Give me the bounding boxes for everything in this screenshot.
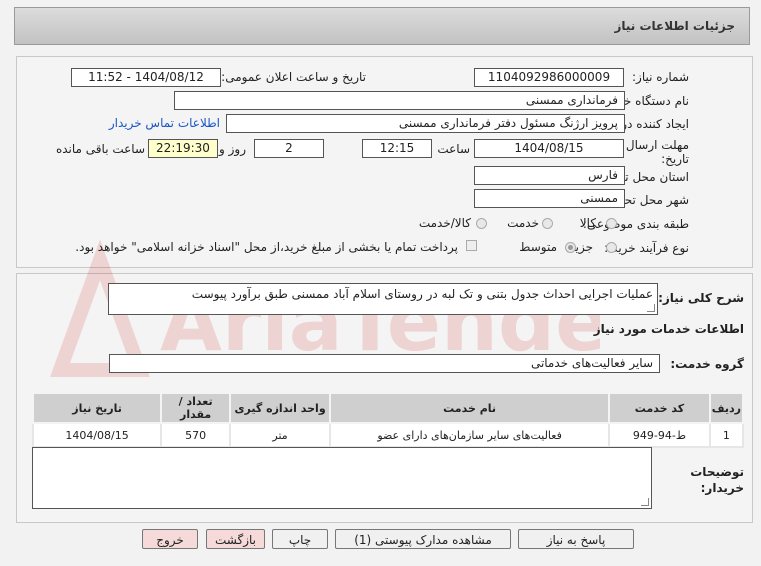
requester-field: پرویز ارژنگ مسئول دفتر فرمانداری ممسنی — [226, 114, 625, 133]
deadline-time-label: ساعت — [437, 142, 470, 156]
page-header: جزئیات اطلاعات نیاز — [14, 7, 750, 45]
process-option-medium: متوسط — [519, 240, 557, 254]
service-group-field: سایر فعالیت‌های خدماتی — [109, 354, 660, 373]
need-number-label: شماره نیاز: — [632, 70, 689, 84]
col-header-need-date: تاریخ نیاز — [31, 392, 163, 424]
col-header-row-number: ردیف — [708, 392, 745, 424]
services-table: ردیف کد خدمت نام خدمت واحد اندازه گیری ت… — [31, 392, 745, 448]
cell-quantity: 570 — [160, 422, 232, 448]
need-number-field: 1104092986000009 — [474, 68, 624, 87]
resize-grip[interactable] — [641, 498, 649, 506]
cell-row-number: 1 — [708, 422, 745, 448]
col-header-quantity: تعداد / مقدار — [160, 392, 232, 424]
process-radio-minor[interactable] — [606, 242, 617, 253]
deadline-time-field: 12:15 — [362, 139, 432, 158]
buyer-notes-textarea[interactable] — [32, 447, 652, 509]
col-header-unit: واحد اندازه گیری — [229, 392, 332, 424]
details-panel — [16, 56, 753, 268]
summary-text: عملیات اجرایی احداث جدول بتنی و تک لبه د… — [191, 287, 653, 301]
table-row: 1 ط-94-949 فعالیت‌های سایر سازمان‌های دا… — [31, 422, 745, 448]
cell-service-name: فعالیت‌های سایر سازمان‌های دارای عضو — [329, 422, 611, 448]
announce-datetime-field: 1404/08/12 - 11:52 — [71, 68, 221, 87]
category-radio-service[interactable] — [542, 218, 553, 229]
back-button[interactable]: بازگشت — [206, 529, 265, 549]
service-group-label: گروه خدمت: — [670, 357, 744, 371]
remaining-time-field: 22:19:30 — [148, 139, 218, 158]
announce-datetime-label: تاریخ و ساعت اعلان عمومی: — [221, 70, 366, 84]
view-attachments-button[interactable]: مشاهده مدارک پیوستی (1) — [335, 529, 511, 549]
deadline-label-date: تاریخ: — [661, 152, 689, 166]
resize-grip[interactable] — [647, 304, 655, 312]
buyer-notes-label-2: خریدار: — [700, 481, 744, 495]
category-radio-goods-service[interactable] — [476, 218, 487, 229]
page-title: جزئیات اطلاعات نیاز — [614, 19, 735, 33]
contact-info-link[interactable]: اطلاعات تماس خریدار — [109, 116, 220, 130]
col-header-service-name: نام خدمت — [329, 392, 611, 424]
category-radio-goods[interactable] — [606, 218, 617, 229]
exit-button[interactable]: خروج — [142, 529, 198, 549]
col-header-service-code: کد خدمت — [608, 392, 711, 424]
treasury-checkbox[interactable] — [466, 240, 477, 251]
reply-button[interactable]: پاسخ به نیاز — [518, 529, 634, 549]
province-field: فارس — [474, 166, 625, 185]
category-label: طبقه بندی موضوعی: — [582, 217, 689, 231]
cell-need-date: 1404/08/15 — [31, 422, 163, 448]
table-header-row: ردیف کد خدمت نام خدمت واحد اندازه گیری ت… — [31, 392, 745, 424]
category-option-goods-service: کالا/خدمت — [418, 216, 471, 230]
summary-label: شرح کلی نیاز: — [658, 291, 744, 305]
services-section-title: اطلاعات خدمات مورد نیاز — [593, 322, 744, 336]
deadline-date-field: 1404/08/15 — [474, 139, 624, 158]
process-radio-medium[interactable] — [565, 242, 576, 253]
days-count-field: 2 — [254, 139, 324, 158]
days-and-label: روز و — [219, 142, 246, 156]
category-option-goods: کالا — [579, 216, 596, 230]
cell-unit: متر — [229, 422, 332, 448]
city-field: ممسنی — [474, 189, 625, 208]
print-button[interactable]: چاپ — [272, 529, 328, 549]
payment-note: پرداخت تمام یا بخشی از مبلغ خرید،از محل … — [75, 240, 458, 254]
buyer-org-field: فرمانداری ممسنی — [174, 91, 625, 110]
cell-service-code: ط-94-949 — [608, 422, 711, 448]
buyer-notes-label: توضیحات — [690, 465, 744, 479]
summary-textarea[interactable]: عملیات اجرایی احداث جدول بتنی و تک لبه د… — [108, 283, 658, 315]
remaining-time-label: ساعت باقی مانده — [55, 142, 145, 156]
category-option-service: خدمت — [507, 216, 539, 230]
